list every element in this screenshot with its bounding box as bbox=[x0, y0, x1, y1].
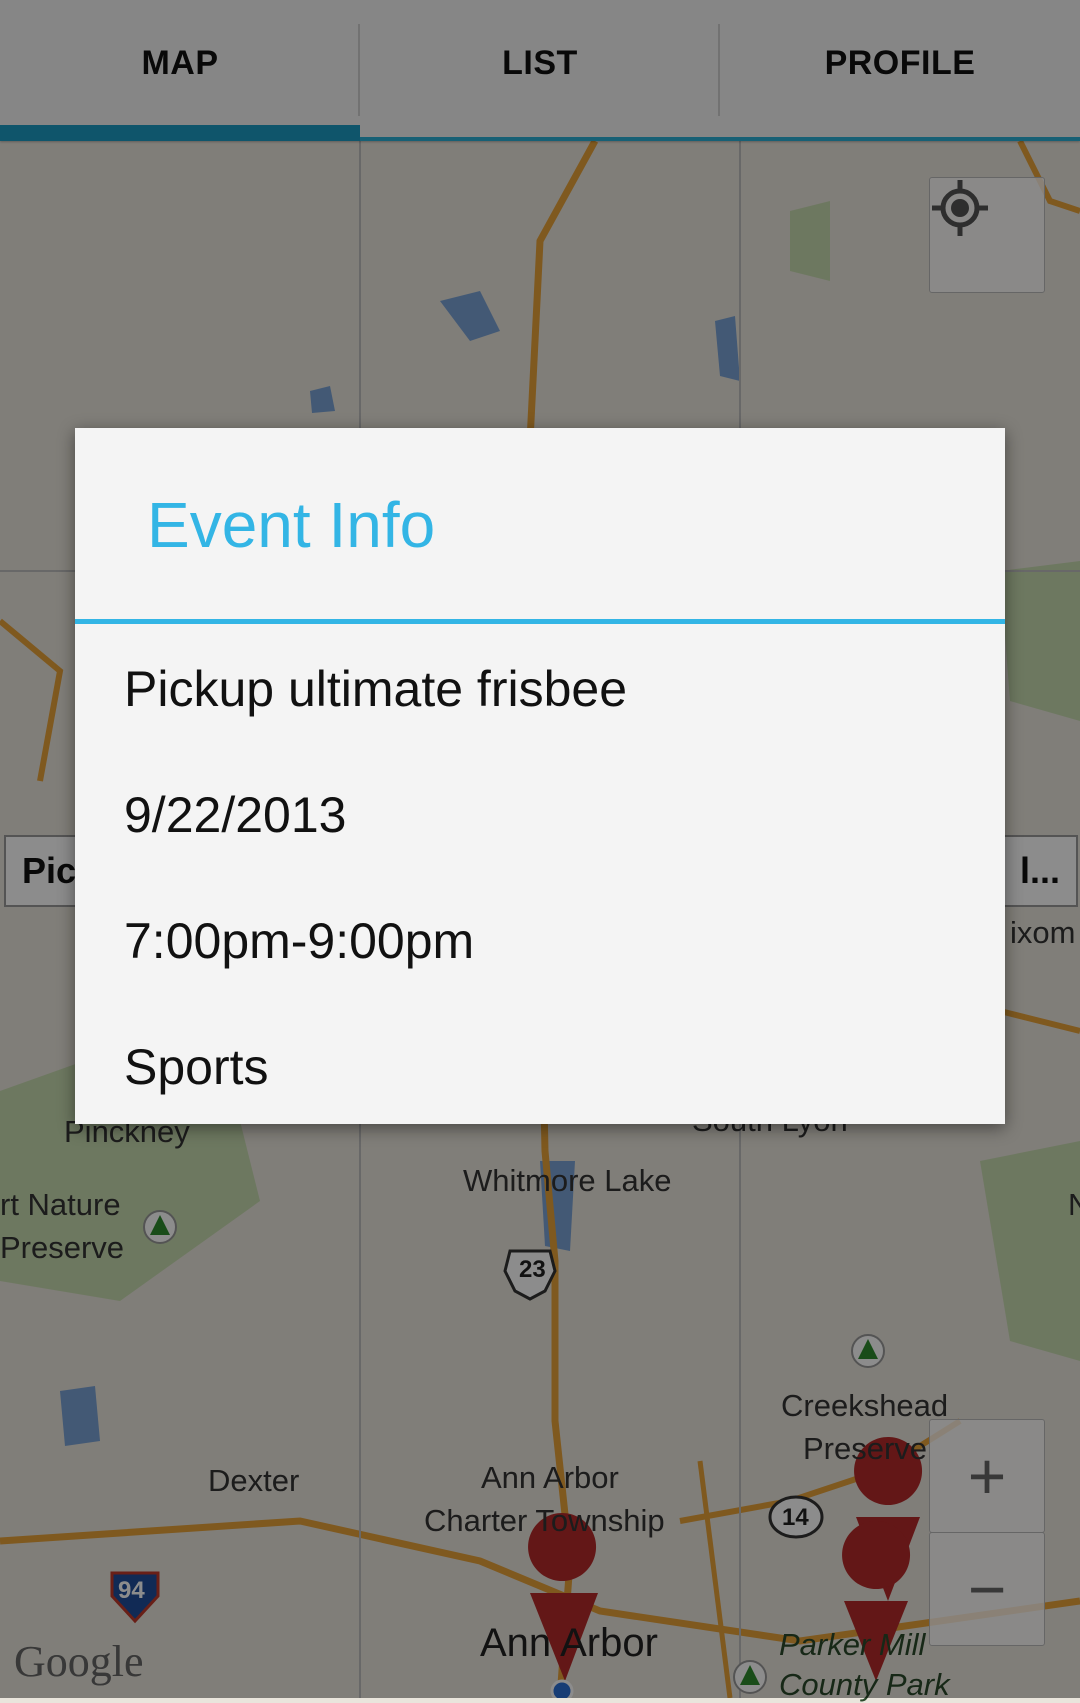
dialog-title-divider bbox=[75, 619, 1005, 624]
event-name: Pickup ultimate frisbee bbox=[124, 661, 628, 717]
event-time: 7:00pm-9:00pm bbox=[124, 913, 475, 969]
dialog-title: Event Info bbox=[147, 489, 436, 561]
event-date: 9/22/2013 bbox=[124, 787, 347, 843]
event-category: Sports bbox=[124, 1039, 269, 1095]
